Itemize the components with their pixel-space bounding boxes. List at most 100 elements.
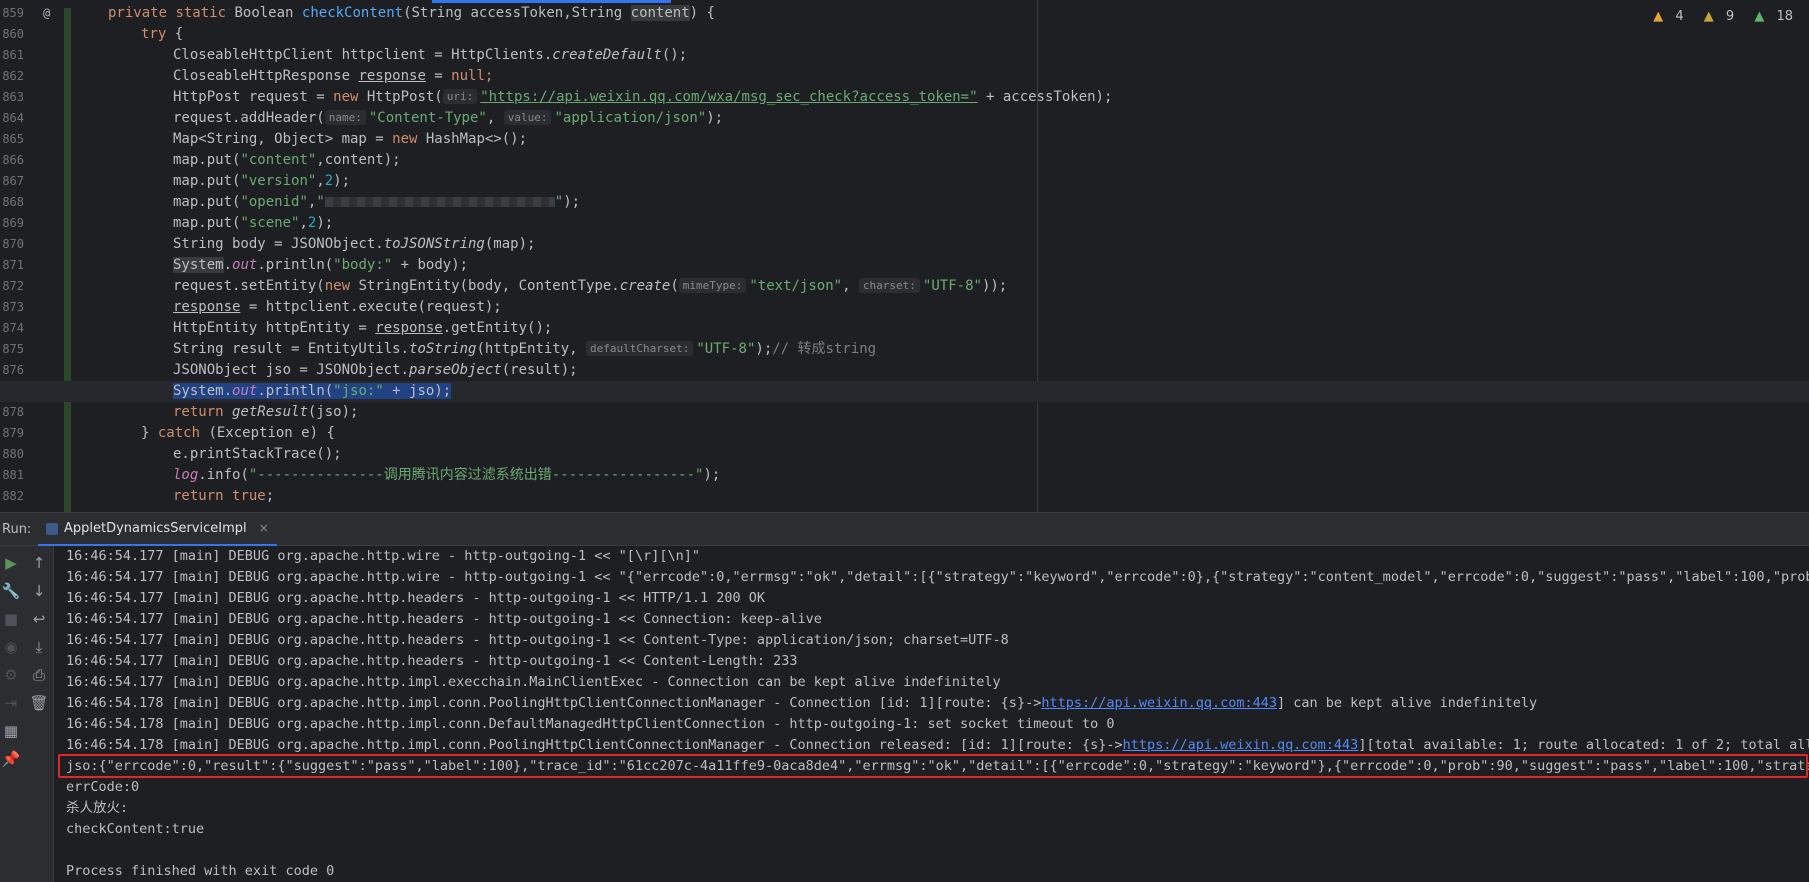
code-line-882[interactable]: return true; xyxy=(173,486,274,507)
url-link[interactable]: "https://api.weixin.qq.com/wxa/msg_sec_c… xyxy=(480,89,977,105)
code-line-873[interactable]: response = httpclient.execute(request); xyxy=(173,297,502,318)
run-config-icon xyxy=(46,523,58,535)
code-line-874[interactable]: HttpEntity httpEntity = response.getEnti… xyxy=(173,318,552,339)
line-number: 863 xyxy=(2,90,24,104)
exit-icon[interactable]: ⇥ xyxy=(0,692,22,714)
line-number: 873 xyxy=(2,300,24,314)
rerun-icon[interactable]: ▶ xyxy=(0,552,22,574)
code-line-864[interactable]: request.addHeader(name: "Content-Type", v… xyxy=(173,108,723,129)
console-line: 16:46:54.177 [main] DEBUG org.apache.htt… xyxy=(66,653,798,669)
console-line-exit: Process finished with exit code 0 xyxy=(66,863,335,879)
console-line: 16:46:54.177 [main] DEBUG org.apache.htt… xyxy=(66,611,822,627)
warning-icon: ▲ xyxy=(1653,9,1664,24)
console-line: 16:46:54.177 [main] DEBUG org.apache.htt… xyxy=(66,674,1001,690)
vcs-change-bar[interactable] xyxy=(64,8,71,512)
settings-icon[interactable]: ⚙ xyxy=(0,664,22,686)
console-line: 16:46:54.177 [main] DEBUG org.apache.htt… xyxy=(66,632,1009,648)
code-line-880[interactable]: e.printStackTrace(); xyxy=(173,444,342,465)
code-line-872[interactable]: request.setEntity(new StringEntity(body,… xyxy=(173,276,1007,297)
console-line: 16:46:54.178 [main] DEBUG org.apache.htt… xyxy=(66,716,1115,732)
code-line-866[interactable]: map.put("content",content); xyxy=(173,150,401,171)
code-line-860[interactable]: try { xyxy=(141,24,183,45)
line-number: 869 xyxy=(2,216,24,230)
line-number: 875 xyxy=(2,342,24,356)
code-line-870[interactable]: String body = JSONObject.toJSONString(ma… xyxy=(173,234,535,255)
console-output[interactable]: 16:46:54.177 [main] DEBUG org.apache.htt… xyxy=(54,546,1809,882)
code-line-862[interactable]: CloseableHttpResponse response = null; xyxy=(173,66,493,87)
typo-icon: ▲ xyxy=(1754,9,1765,24)
line-number: 879 xyxy=(2,426,24,440)
line-number: 872 xyxy=(2,279,24,293)
weak-warning-icon: ▲ xyxy=(1703,9,1714,24)
wrench-icon[interactable]: 🔧 xyxy=(0,580,22,602)
inspection-widget[interactable]: ▲ 4 ▲ 9 ▲ 18 xyxy=(1653,9,1809,24)
console-line: 16:46:54.177 [main] DEBUG org.apache.htt… xyxy=(66,569,1809,585)
code-line-875[interactable]: String result = EntityUtils.toString(htt… xyxy=(173,339,876,360)
code-line-863[interactable]: HttpPost request = new HttpPost(uri: "htt… xyxy=(173,87,1112,108)
param-hint: name: xyxy=(324,110,366,125)
line-number: 867 xyxy=(2,174,24,188)
line-number: 859 xyxy=(2,6,24,20)
console-line: 16:46:54.177 [main] DEBUG org.apache.htt… xyxy=(66,590,765,606)
code-line-859[interactable]: private static Boolean checkContent(Stri… xyxy=(108,3,715,24)
scroll-up-icon[interactable]: ↑ xyxy=(28,552,50,574)
soft-wrap-icon[interactable]: ↩ xyxy=(28,608,50,630)
camera-icon[interactable]: ◉ xyxy=(0,636,22,658)
line-number: 882 xyxy=(2,489,24,503)
code-line-871[interactable]: System.out.println("body:" + body); xyxy=(173,255,468,276)
stop-icon[interactable]: ■ xyxy=(0,608,22,630)
code-line-867[interactable]: map.put("version",2); xyxy=(173,171,350,192)
line-number: 864 xyxy=(2,111,24,125)
console-link[interactable]: https://api.weixin.qq.com:443 xyxy=(1041,695,1277,711)
line-number-gutter: 859 860 861 862 863 864 865 866 867 868 … xyxy=(0,0,64,512)
run-tab[interactable]: AppletDynamicsServiceImpl × xyxy=(38,513,277,546)
close-icon[interactable]: × xyxy=(259,521,269,535)
code-line-876[interactable]: JSONObject jso = JSONObject.parseObject(… xyxy=(173,360,578,381)
code-line-879[interactable]: } catch (Exception e) { xyxy=(141,423,335,444)
line-number: 868 xyxy=(2,195,24,209)
redacted-openid xyxy=(324,197,555,207)
highlight-box xyxy=(58,754,1808,778)
code-line-878[interactable]: return getResult(jso); xyxy=(173,402,358,423)
pin-icon[interactable]: 📌 xyxy=(0,748,22,770)
param-hint: charset: xyxy=(858,278,920,293)
scroll-to-end-icon[interactable]: ⤓ xyxy=(28,636,50,658)
run-label: Run: xyxy=(2,522,32,537)
line-number: 874 xyxy=(2,321,24,335)
line-number: 878 xyxy=(2,405,24,419)
line-number: 880 xyxy=(2,447,24,461)
param-hint: uri: xyxy=(442,89,478,104)
print-icon[interactable]: ⎙ xyxy=(28,664,50,686)
run-tab-title: AppletDynamicsServiceImpl xyxy=(64,521,247,536)
line-number: 876 xyxy=(2,363,24,377)
code-line-861[interactable]: CloseableHttpClient httpclient = HttpCli… xyxy=(173,45,687,66)
code-line-881[interactable]: log.info("---------------调用腾讯内容过滤系统出错---… xyxy=(173,465,720,486)
line-number: 871 xyxy=(2,258,24,272)
override-marker-icon[interactable]: @ xyxy=(43,3,50,24)
param-hint: mimeType: xyxy=(678,278,747,293)
code-line-868[interactable]: map.put("openid"," "); xyxy=(173,192,580,213)
run-toolbar: ▶ ↑ 🔧 ↓ ■ ↩ ◉ ⤓ ⚙ ⎙ ⇥ 🗑 ▦ 📌 xyxy=(0,546,54,882)
line-number: 865 xyxy=(2,132,24,146)
line-number: 861 xyxy=(2,48,24,62)
param-hint: value: xyxy=(503,110,552,125)
scroll-down-icon[interactable]: ↓ xyxy=(28,580,50,602)
console-line: 16:46:54.178 [main] DEBUG org.apache.htt… xyxy=(66,737,1809,753)
code-line-869[interactable]: map.put("scene",2); xyxy=(173,213,333,234)
line-number: 870 xyxy=(2,237,24,251)
code-line-865[interactable]: Map<String, Object> map = new HashMap<>(… xyxy=(173,129,527,150)
line-number: 862 xyxy=(2,69,24,83)
run-tool-window-header: Run: AppletDynamicsServiceImpl × xyxy=(0,512,1809,546)
console-link[interactable]: https://api.weixin.qq.com:443 xyxy=(1123,737,1359,753)
param-hint: defaultCharset: xyxy=(586,341,694,356)
code-line-877-selected[interactable]: System.out.println("jso:" + jso); xyxy=(173,381,452,402)
console-line: errCode:0 xyxy=(66,779,140,795)
layout-icon[interactable]: ▦ xyxy=(0,720,22,742)
line-number: 881 xyxy=(2,468,24,482)
console-line: checkContent:true xyxy=(66,821,205,837)
console-line: 杀人放火: xyxy=(66,800,129,816)
console-line: 16:46:54.177 [main] DEBUG org.apache.htt… xyxy=(66,548,700,564)
code-editor[interactable]: ▲ 4 ▲ 9 ▲ 18 859 860 861 862 863 864 865… xyxy=(0,0,1809,512)
trash-icon[interactable]: 🗑 xyxy=(28,692,50,714)
line-number: 866 xyxy=(2,153,24,167)
